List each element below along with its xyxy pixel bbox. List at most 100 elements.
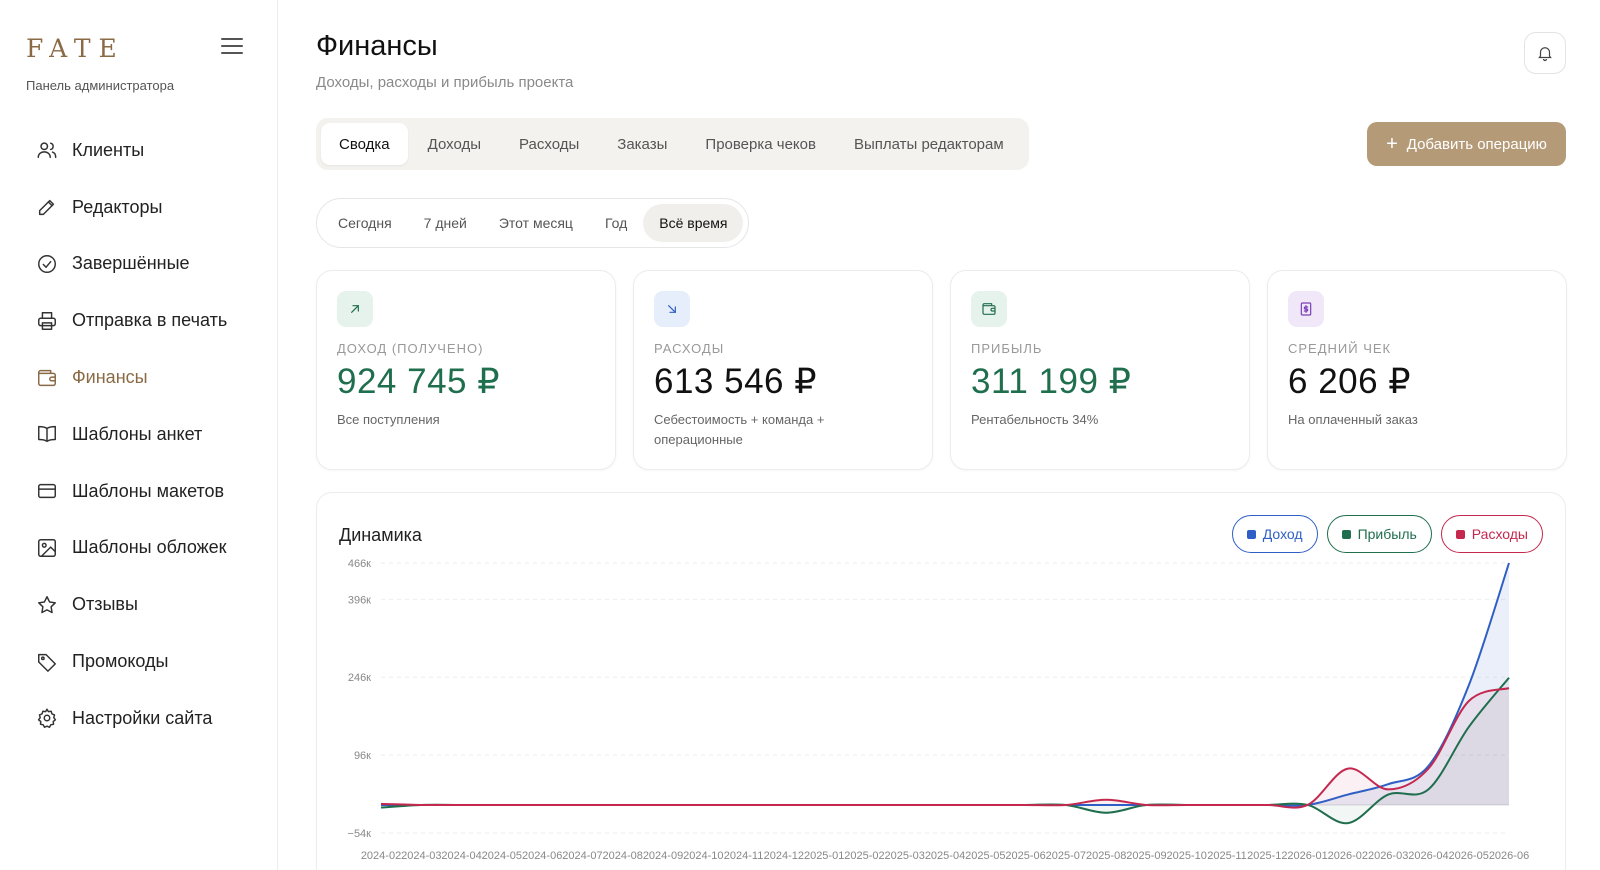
tab[interactable]: Доходы bbox=[410, 123, 499, 165]
sidebar-item[interactable]: Шаблоны макетов bbox=[24, 463, 264, 520]
period-option[interactable]: Год bbox=[589, 204, 643, 242]
x-tick-label: 2025-04 bbox=[925, 850, 965, 862]
x-tick-label: 2025-09 bbox=[1126, 850, 1166, 862]
legend-toggle[interactable]: Прибыль bbox=[1326, 515, 1432, 553]
x-tick-label: 2026-01 bbox=[1287, 850, 1327, 862]
stat-card: СРЕДНИЙ ЧЕК 6 206 ₽ На оплаченный заказ bbox=[1267, 270, 1567, 470]
x-tick-label: 2025-07 bbox=[1046, 850, 1086, 862]
chart-title: Динамика bbox=[339, 525, 422, 545]
gear-icon bbox=[36, 707, 58, 729]
legend-label: Прибыль bbox=[1357, 526, 1417, 542]
x-tick-label: 2024-05 bbox=[482, 850, 522, 862]
stat-card: ПРИБЫЛЬ 311 199 ₽ Рентабельность 34% bbox=[950, 270, 1250, 470]
brand-logo: FATE bbox=[26, 34, 125, 63]
sidebar-item-label: Завершённые bbox=[72, 253, 190, 274]
sidebar-item-label: Настройки сайта bbox=[72, 707, 213, 728]
sidebar-subtitle: Панель администратора bbox=[26, 78, 175, 93]
x-tick-label: 2025-06 bbox=[1005, 850, 1045, 862]
x-tick-label: 2024-12 bbox=[764, 850, 804, 862]
period-option[interactable]: Этот месяц bbox=[483, 204, 589, 242]
image-icon bbox=[36, 537, 58, 559]
x-tick-label: 2025-03 bbox=[885, 850, 925, 862]
tab[interactable]: Проверка чеков bbox=[687, 123, 834, 165]
stat-label: СРЕДНИЙ ЧЕК bbox=[1288, 341, 1392, 356]
period-option[interactable]: 7 дней bbox=[408, 204, 483, 242]
sidebar-item-label: Промокоды bbox=[72, 651, 169, 672]
legend-label: Доход bbox=[1262, 526, 1303, 542]
legend-swatch bbox=[1341, 529, 1351, 539]
x-tick-label: 2024-09 bbox=[643, 850, 683, 862]
stat-card: РАСХОДЫ 613 546 ₽ Себестоимость + команд… bbox=[633, 270, 933, 470]
sidebar-item-label: Шаблоны анкет bbox=[72, 423, 203, 444]
sidebar-item[interactable]: Отзывы bbox=[24, 576, 264, 633]
legend-label: Расходы bbox=[1471, 526, 1528, 542]
sidebar-item-label: Шаблоны макетов bbox=[72, 480, 225, 501]
x-tick-label: 2024-08 bbox=[603, 850, 643, 862]
sidebar-item[interactable]: Настройки сайта bbox=[24, 690, 264, 747]
tag-icon bbox=[36, 651, 58, 673]
x-tick-label: 2025-05 bbox=[965, 850, 1005, 862]
legend-toggle[interactable]: Доход bbox=[1231, 515, 1318, 553]
sidebar-item-label: Шаблоны обложек bbox=[72, 537, 227, 558]
sidebar: FATE Панель администратора Клиенты Редак… bbox=[0, 0, 278, 870]
y-tick-label: 246к bbox=[348, 672, 371, 684]
x-tick-label: 2024-11 bbox=[724, 850, 764, 862]
tab[interactable]: Выплаты редакторам bbox=[836, 123, 1022, 165]
period-option[interactable]: Сегодня bbox=[322, 204, 408, 242]
x-tick-label: 2026-02 bbox=[1328, 850, 1368, 862]
users-icon bbox=[36, 139, 58, 161]
tab[interactable]: Заказы bbox=[599, 123, 685, 165]
sidebar-item[interactable]: Редакторы bbox=[24, 179, 264, 236]
main-content: Финансы Доходы, расходы и прибыль проект… bbox=[278, 0, 1600, 870]
legend-toggle[interactable]: Расходы bbox=[1440, 515, 1543, 553]
add-operation-button[interactable]: + Добавить операцию bbox=[1367, 122, 1566, 166]
sidebar-item-label: Отзывы bbox=[72, 594, 138, 615]
tab[interactable]: Сводка bbox=[321, 123, 408, 165]
sidebar-item-label: Клиенты bbox=[72, 139, 145, 160]
x-tick-label: 2025-08 bbox=[1086, 850, 1126, 862]
arrow-down-right-icon bbox=[654, 291, 690, 327]
stat-label: ПРИБЫЛЬ bbox=[971, 341, 1043, 356]
sidebar-item[interactable]: Отправка в печать bbox=[24, 292, 264, 349]
sidebar-item[interactable]: Промокоды bbox=[24, 633, 264, 690]
stat-value: 311 199 ₽ bbox=[971, 362, 1132, 401]
sidebar-item[interactable]: Клиенты bbox=[24, 122, 264, 179]
y-tick-label: 396к bbox=[348, 594, 371, 606]
period-filter: Сегодня 7 дней Этот месяц Год Всё время bbox=[316, 198, 750, 248]
y-tick-label: −54к bbox=[348, 828, 372, 840]
x-tick-label: 2026-03 bbox=[1368, 850, 1408, 862]
hamburger-menu-icon[interactable] bbox=[221, 38, 243, 56]
x-tick-label: 2024-04 bbox=[441, 850, 481, 862]
x-tick-label: 2025-12 bbox=[1247, 850, 1287, 862]
wallet-icon bbox=[971, 291, 1007, 327]
y-tick-label: 96к bbox=[354, 750, 371, 762]
legend-swatch bbox=[1455, 529, 1465, 539]
period-option[interactable]: Всё время bbox=[643, 204, 744, 242]
sidebar-item[interactable]: Завершённые bbox=[24, 236, 264, 293]
stat-label: РАСХОДЫ bbox=[654, 341, 725, 356]
check-circle-icon bbox=[36, 253, 58, 275]
pencil-icon bbox=[36, 196, 58, 218]
tab[interactable]: Расходы bbox=[501, 123, 597, 165]
finance-tabs: Сводка Доходы Расходы Заказы Проверка чеков В… bbox=[316, 118, 1029, 170]
sidebar-nav: Клиенты Редакторы Завершённые Отправка в… bbox=[24, 122, 264, 747]
stat-value: 924 745 ₽ bbox=[337, 362, 501, 401]
notifications-button[interactable] bbox=[1524, 32, 1566, 74]
x-tick-label: 2024-07 bbox=[562, 850, 602, 862]
series-area bbox=[381, 688, 1509, 808]
x-tick-label: 2025-01 bbox=[804, 850, 844, 862]
stat-value: 6 206 ₽ bbox=[1288, 362, 1412, 401]
star-icon bbox=[36, 594, 58, 616]
stat-label: ДОХОД (ПОЛУЧЕНО) bbox=[337, 341, 484, 356]
stat-cards: ДОХОД (ПОЛУЧЕНО) 924 745 ₽ Все поступлен… bbox=[316, 270, 1567, 470]
printer-icon bbox=[36, 310, 58, 332]
x-tick-label: 2025-10 bbox=[1167, 850, 1207, 862]
x-tick-label: 2026-05 bbox=[1449, 850, 1489, 862]
sidebar-item[interactable]: Финансы bbox=[24, 349, 264, 406]
sidebar-item[interactable]: Шаблоны анкет bbox=[24, 406, 264, 463]
sidebar-item-label: Финансы bbox=[72, 367, 148, 388]
sidebar-item[interactable]: Шаблоны обложек bbox=[24, 520, 264, 577]
stat-description: Рентабельность 34% bbox=[971, 412, 1099, 427]
page-subtitle: Доходы, расходы и прибыль проекта bbox=[316, 74, 574, 91]
add-operation-label: Добавить операцию bbox=[1406, 135, 1547, 153]
